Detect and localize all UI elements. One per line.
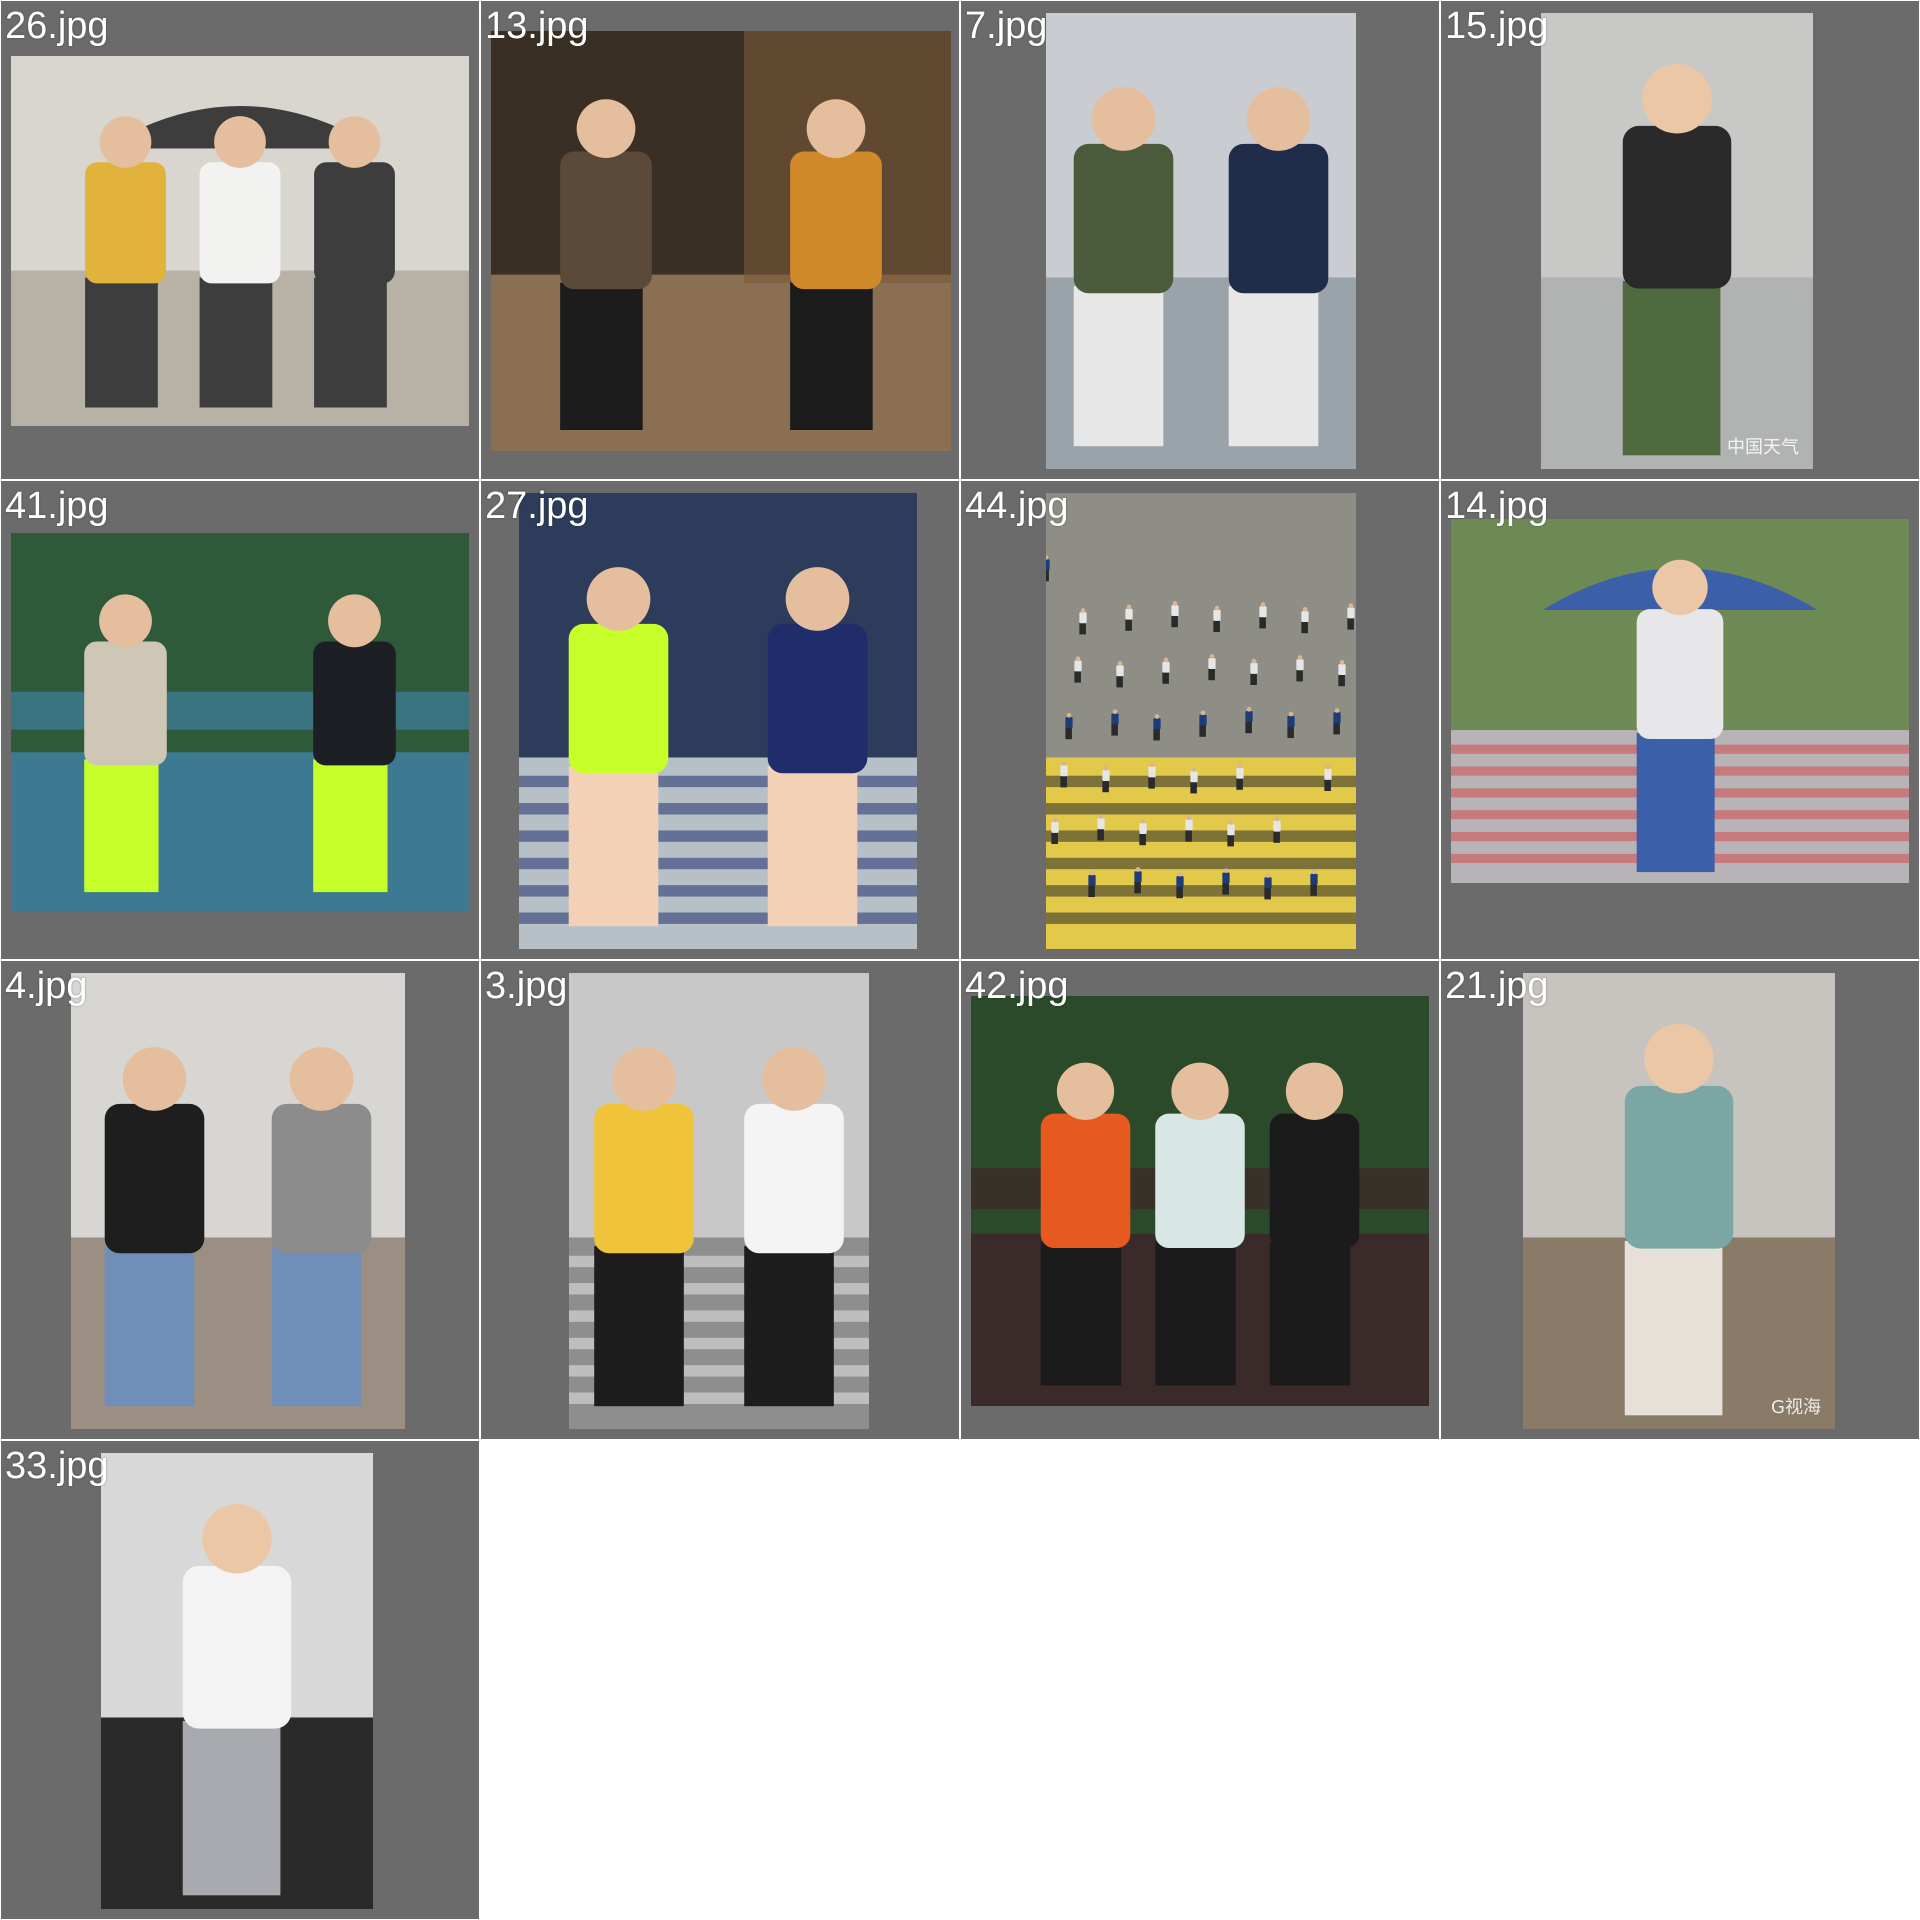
thumbnail-filename: 26.jpg bbox=[5, 5, 109, 47]
photo-placeholder bbox=[1046, 493, 1356, 949]
thumbnail-cell[interactable]: 44.jpg bbox=[961, 481, 1439, 959]
watermark-text: G视海 bbox=[1771, 1397, 1821, 1418]
thumbnail-cell[interactable]: 42.jpg bbox=[961, 961, 1439, 1439]
watermark-text: 中国天气 bbox=[1727, 437, 1799, 458]
photo-placeholder bbox=[519, 493, 917, 949]
photo-placeholder bbox=[1451, 519, 1909, 883]
thumbnail-filename: 42.jpg bbox=[965, 965, 1069, 1007]
thumbnail-filename: 7.jpg bbox=[965, 5, 1048, 47]
thumbnail-image[interactable] bbox=[569, 973, 869, 1429]
photo-placeholder bbox=[101, 1453, 373, 1909]
photo-placeholder bbox=[71, 973, 405, 1429]
thumbnail-image[interactable] bbox=[971, 996, 1429, 1406]
photo-placeholder bbox=[11, 533, 469, 911]
thumbnail-cell[interactable]: 27.jpg bbox=[481, 481, 959, 959]
thumbnail-image[interactable] bbox=[1046, 13, 1356, 469]
thumbnail-filename: 13.jpg bbox=[485, 5, 589, 47]
thumbnail-cell[interactable]: 3.jpg bbox=[481, 961, 959, 1439]
photo-placeholder bbox=[1541, 13, 1813, 469]
thumbnail-cell[interactable]: 33.jpg bbox=[1, 1441, 479, 1919]
photo-placeholder bbox=[971, 996, 1429, 1406]
thumbnail-filename: 27.jpg bbox=[485, 485, 589, 527]
thumbnail-image[interactable]: 中国天气 bbox=[1541, 13, 1813, 469]
thumbnail-filename: 21.jpg bbox=[1445, 965, 1549, 1007]
thumbnail-filename: 15.jpg bbox=[1445, 5, 1549, 47]
thumbnail-image[interactable] bbox=[491, 31, 951, 451]
thumbnail-filename: 41.jpg bbox=[5, 485, 109, 527]
thumbnail-cell[interactable]: 4.jpg bbox=[1, 961, 479, 1439]
thumbnail-cell[interactable]: G视海 21.jpg bbox=[1441, 961, 1919, 1439]
thumbnail-image[interactable] bbox=[101, 1453, 373, 1909]
photo-placeholder bbox=[569, 973, 869, 1429]
thumbnail-image[interactable] bbox=[11, 533, 469, 911]
thumbnail-image[interactable] bbox=[1046, 493, 1356, 949]
thumbnail-image[interactable]: G视海 bbox=[1523, 973, 1835, 1429]
thumbnail-cell[interactable]: 13.jpg bbox=[481, 1, 959, 479]
thumbnail-cell[interactable]: 14.jpg bbox=[1441, 481, 1919, 959]
thumbnail-image[interactable] bbox=[1451, 519, 1909, 883]
thumbnail-cell[interactable]: 41.jpg bbox=[1, 481, 479, 959]
thumbnail-image[interactable] bbox=[11, 56, 469, 426]
thumbnail-filename: 3.jpg bbox=[485, 965, 568, 1007]
photo-placeholder bbox=[491, 31, 951, 451]
photo-placeholder bbox=[1046, 13, 1356, 469]
thumbnail-filename: 44.jpg bbox=[965, 485, 1069, 527]
thumbnail-grid: 26.jpg 13.jpg 7.jpg 中国天气 15.jpg 41.jpg 27.jpg 4… bbox=[0, 0, 1920, 1920]
thumbnail-cell[interactable]: 中国天气 15.jpg bbox=[1441, 1, 1919, 479]
thumbnail-image[interactable] bbox=[71, 973, 405, 1429]
photo-placeholder bbox=[1523, 973, 1835, 1429]
thumbnail-cell[interactable]: 26.jpg bbox=[1, 1, 479, 479]
thumbnail-image[interactable] bbox=[519, 493, 917, 949]
thumbnail-cell[interactable]: 7.jpg bbox=[961, 1, 1439, 479]
photo-placeholder bbox=[11, 56, 469, 426]
thumbnail-filename: 33.jpg bbox=[5, 1445, 109, 1487]
thumbnail-filename: 4.jpg bbox=[5, 965, 88, 1007]
thumbnail-filename: 14.jpg bbox=[1445, 485, 1549, 527]
